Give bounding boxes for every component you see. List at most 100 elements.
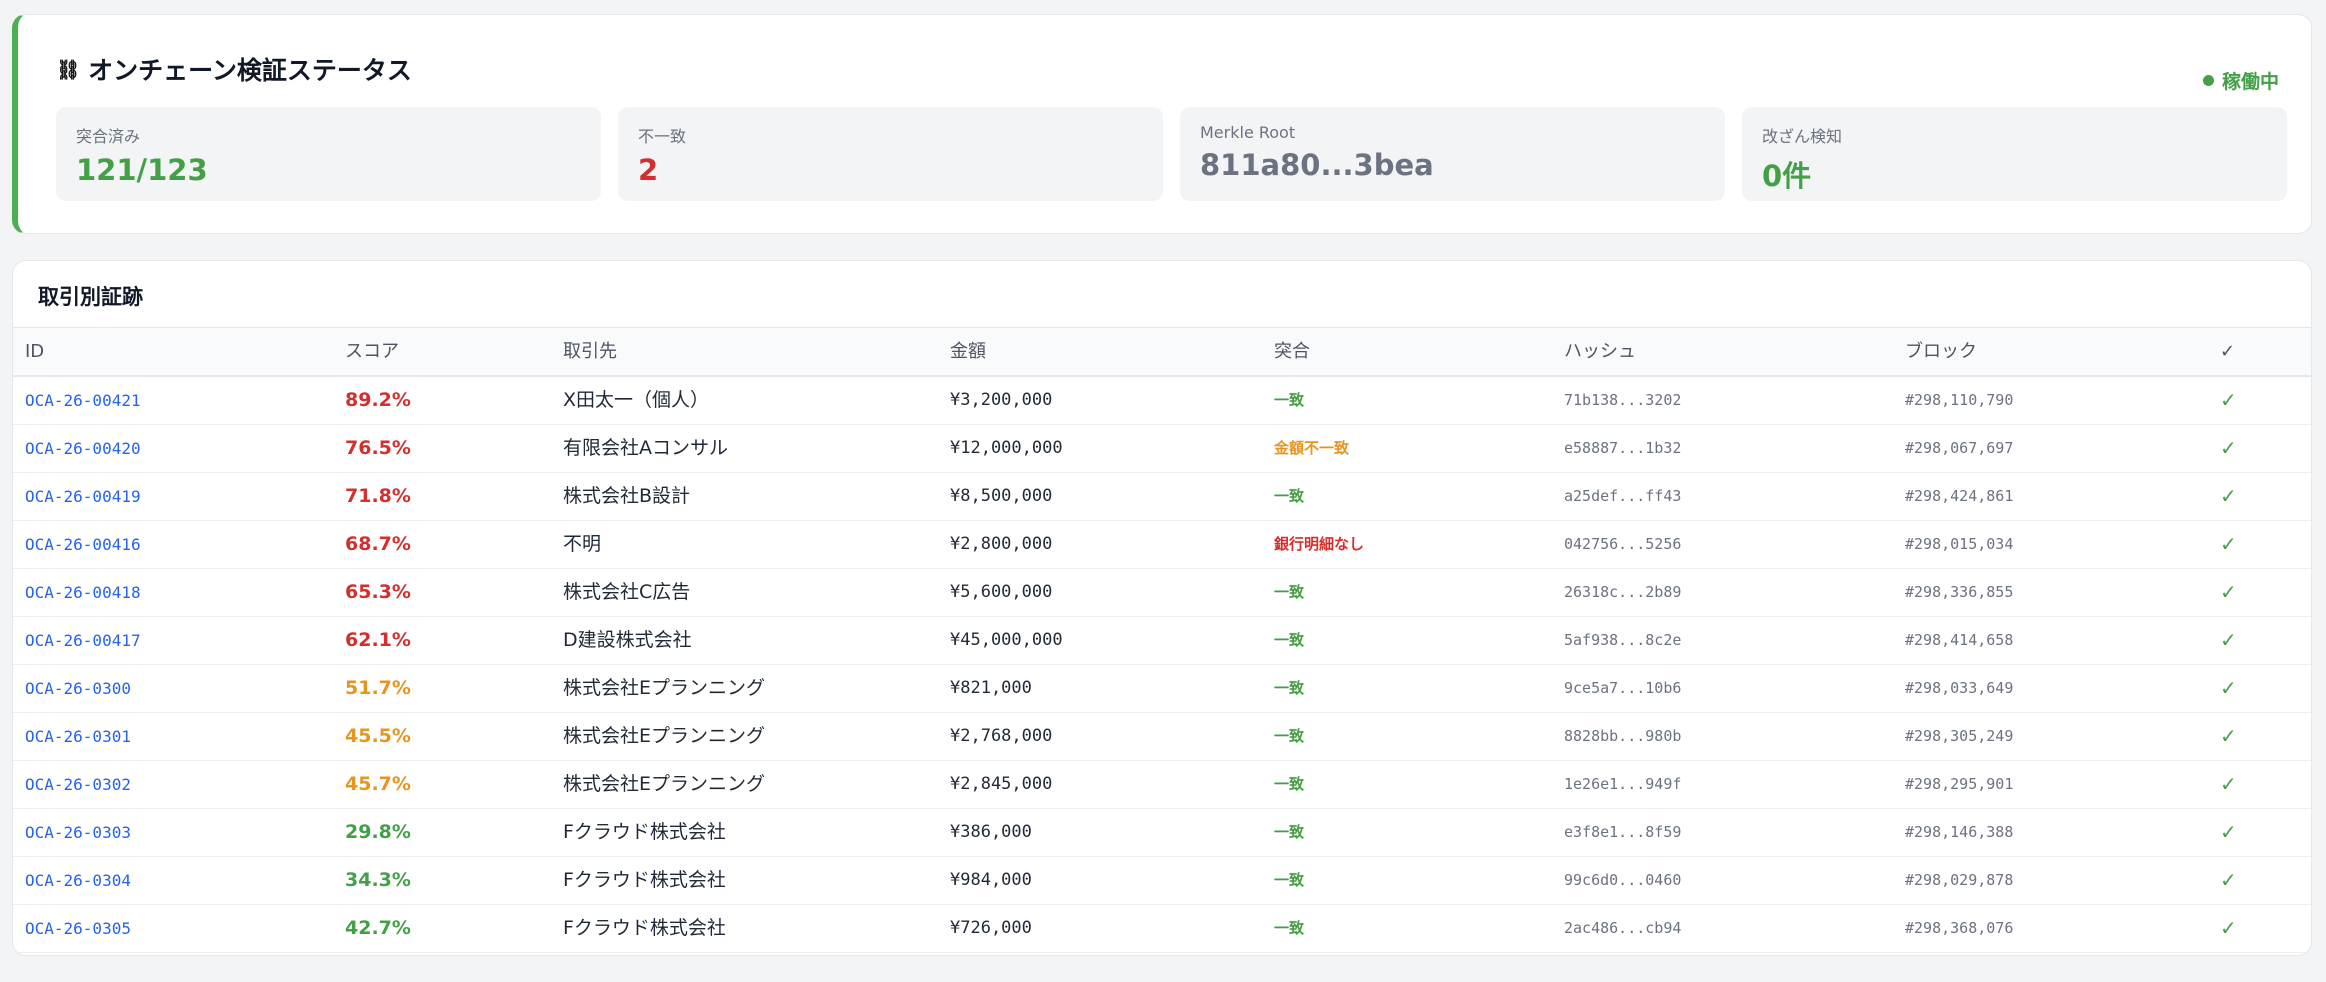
hash-value: 5af938...8c2e xyxy=(1564,631,1682,649)
transaction-id-link[interactable]: OCA-26-00418 xyxy=(25,569,141,616)
table-row[interactable]: OCA-26-0302 45.7% 株式会社Eプランニング ¥2,845,000 一致 1… xyxy=(13,761,2311,809)
counterparty-name: D建設株式会社 xyxy=(563,629,692,651)
transaction-id-link[interactable]: OCA-26-0302 xyxy=(25,761,131,808)
header-block[interactable]: ブロック xyxy=(1905,328,1977,376)
counterparty-name: Fクラウド株式会社 xyxy=(563,821,726,843)
risk-score: 45.5% xyxy=(345,725,411,747)
counterparty-name: Fクラウド株式会社 xyxy=(563,917,726,939)
risk-score: 71.8% xyxy=(345,485,411,507)
hash-value: 1e26e1...949f xyxy=(1564,775,1682,793)
block-number: #298,029,878 xyxy=(1905,871,2014,889)
table-row[interactable]: OCA-26-0305 42.7% Fクラウド株式会社 ¥726,000 一致 2ac48… xyxy=(13,905,2311,953)
counterparty-name: 株式会社B設計 xyxy=(563,485,691,507)
risk-score: 89.2% xyxy=(345,389,411,411)
table-row[interactable]: OCA-26-0300 51.7% 株式会社Eプランニング ¥821,000 一致 9ce… xyxy=(13,665,2311,713)
table-row[interactable]: OCA-26-00420 76.5% 有限会社Aコンサル ¥12,000,000 金額不… xyxy=(13,425,2311,473)
block-number: #298,414,658 xyxy=(1905,631,2014,649)
match-status: 一致 xyxy=(1274,727,1305,745)
amount-value: ¥386,000 xyxy=(950,822,1032,842)
transaction-id-link[interactable]: OCA-26-00417 xyxy=(25,617,141,664)
stat-tamper-detection: 改ざん検知 0件 xyxy=(1742,107,2287,201)
table-row[interactable]: OCA-26-00417 62.1% D建設株式会社 ¥45,000,000 一致 5af… xyxy=(13,617,2311,665)
header-check[interactable]: ✓ xyxy=(2220,328,2235,376)
risk-score: 62.1% xyxy=(345,629,411,651)
verified-check-icon: ✓ xyxy=(2220,484,2237,508)
amount-value: ¥2,800,000 xyxy=(950,534,1053,554)
transaction-id-link[interactable]: OCA-26-00420 xyxy=(25,425,141,472)
counterparty-name: 株式会社Eプランニング xyxy=(563,725,766,747)
match-status: 一致 xyxy=(1274,919,1305,937)
transaction-evidence-card: 取引別証跡 ID スコア 取引先 金額 突合 ハッシュ ブロック ✓ OCA-2… xyxy=(12,260,2312,956)
stat-value: 121/123 xyxy=(76,153,208,187)
match-status: 一致 xyxy=(1274,823,1305,841)
amount-value: ¥8,500,000 xyxy=(950,486,1053,506)
hash-value: 71b138...3202 xyxy=(1564,391,1682,409)
risk-score: 42.7% xyxy=(345,917,411,939)
stat-value: 0件 xyxy=(1762,159,1812,193)
transaction-id-link[interactable]: OCA-26-0304 xyxy=(25,857,131,904)
header-hash[interactable]: ハッシュ xyxy=(1564,328,1636,376)
header-partner[interactable]: 取引先 xyxy=(563,328,617,376)
block-number: #298,368,076 xyxy=(1905,919,2014,937)
hash-value: 9ce5a7...10b6 xyxy=(1564,679,1682,697)
verified-check-icon: ✓ xyxy=(2220,724,2237,748)
counterparty-name: X田太一（個人） xyxy=(563,389,710,411)
counterparty-name: 株式会社Eプランニング xyxy=(563,677,766,699)
running-status-badge: 稼働中 xyxy=(2202,67,2279,94)
match-status: 一致 xyxy=(1274,679,1305,697)
amount-value: ¥3,200,000 xyxy=(950,390,1053,410)
hash-value: e58887...1b32 xyxy=(1564,439,1682,457)
transaction-id-link[interactable]: OCA-26-00416 xyxy=(25,521,141,568)
header-amount[interactable]: 金額 xyxy=(950,328,986,376)
stat-label: 改ざん検知 xyxy=(1762,127,1843,146)
status-title-text: オンチェーン検証ステータス xyxy=(88,56,412,85)
table-body: OCA-26-00421 89.2% X田太一（個人） ¥3,200,000 一致 71b… xyxy=(13,377,2311,953)
counterparty-name: Fクラウド株式会社 xyxy=(563,869,726,891)
transaction-id-link[interactable]: OCA-26-00419 xyxy=(25,473,141,520)
counterparty-name: 株式会社Eプランニング xyxy=(563,773,766,795)
header-id[interactable]: ID xyxy=(25,328,44,376)
verified-check-icon: ✓ xyxy=(2220,868,2237,892)
match-status: 金額不一致 xyxy=(1274,439,1350,457)
table-row[interactable]: OCA-26-00419 71.8% 株式会社B設計 ¥8,500,000 一致 a25d… xyxy=(13,473,2311,521)
block-number: #298,033,649 xyxy=(1905,679,2014,697)
stat-reconciled: 突合済み 121/123 xyxy=(56,107,601,201)
stat-value: 811a80...3bea xyxy=(1200,148,1434,182)
transaction-id-link[interactable]: OCA-26-0303 xyxy=(25,809,131,856)
transaction-id-link[interactable]: OCA-26-00421 xyxy=(25,377,141,424)
amount-value: ¥5,600,000 xyxy=(950,582,1053,602)
risk-score: 34.3% xyxy=(345,869,411,891)
stat-label: Merkle Root xyxy=(1200,123,1296,142)
transaction-id-link[interactable]: OCA-26-0300 xyxy=(25,665,131,712)
table-row[interactable]: OCA-26-00418 65.3% 株式会社C広告 ¥5,600,000 一致 2631… xyxy=(13,569,2311,617)
table-header: ID スコア 取引先 金額 突合 ハッシュ ブロック ✓ xyxy=(13,327,2311,377)
verified-check-icon: ✓ xyxy=(2220,772,2237,796)
header-score[interactable]: スコア xyxy=(345,328,399,376)
verified-check-icon: ✓ xyxy=(2220,580,2237,604)
block-number: #298,295,901 xyxy=(1905,775,2014,793)
verification-status-card: ⛓ オンチェーン検証ステータス 稼働中 突合済み 121/123 不一致 2 M… xyxy=(12,14,2312,234)
counterparty-name: 不明 xyxy=(563,533,602,555)
counterparty-name: 有限会社Aコンサル xyxy=(563,437,728,459)
hash-value: a25def...ff43 xyxy=(1564,487,1682,505)
risk-score: 65.3% xyxy=(345,581,411,603)
transaction-id-link[interactable]: OCA-26-0301 xyxy=(25,713,131,760)
chain-link-icon: ⛓ xyxy=(56,58,81,81)
header-match[interactable]: 突合 xyxy=(1274,328,1310,376)
amount-value: ¥2,845,000 xyxy=(950,774,1053,794)
table-row[interactable]: OCA-26-0303 29.8% Fクラウド株式会社 ¥386,000 一致 e3f8e… xyxy=(13,809,2311,857)
amount-value: ¥45,000,000 xyxy=(950,630,1063,650)
table-row[interactable]: OCA-26-0304 34.3% Fクラウド株式会社 ¥984,000 一致 99c6d… xyxy=(13,857,2311,905)
block-number: #298,424,861 xyxy=(1905,487,2014,505)
counterparty-name: 株式会社C広告 xyxy=(563,581,691,603)
amount-value: ¥726,000 xyxy=(950,918,1032,938)
table-row[interactable]: OCA-26-0301 45.5% 株式会社Eプランニング ¥2,768,000 一致 8… xyxy=(13,713,2311,761)
block-number: #298,110,790 xyxy=(1905,391,2014,409)
match-status: 一致 xyxy=(1274,583,1305,601)
transaction-id-link[interactable]: OCA-26-0305 xyxy=(25,905,131,952)
table-row[interactable]: OCA-26-00421 89.2% X田太一（個人） ¥3,200,000 一致 71b… xyxy=(13,377,2311,425)
verified-check-icon: ✓ xyxy=(2220,916,2237,940)
block-number: #298,336,855 xyxy=(1905,583,2014,601)
table-row[interactable]: OCA-26-00416 68.7% 不明 ¥2,800,000 銀行明細なし 04275… xyxy=(13,521,2311,569)
match-status: 一致 xyxy=(1274,487,1305,505)
